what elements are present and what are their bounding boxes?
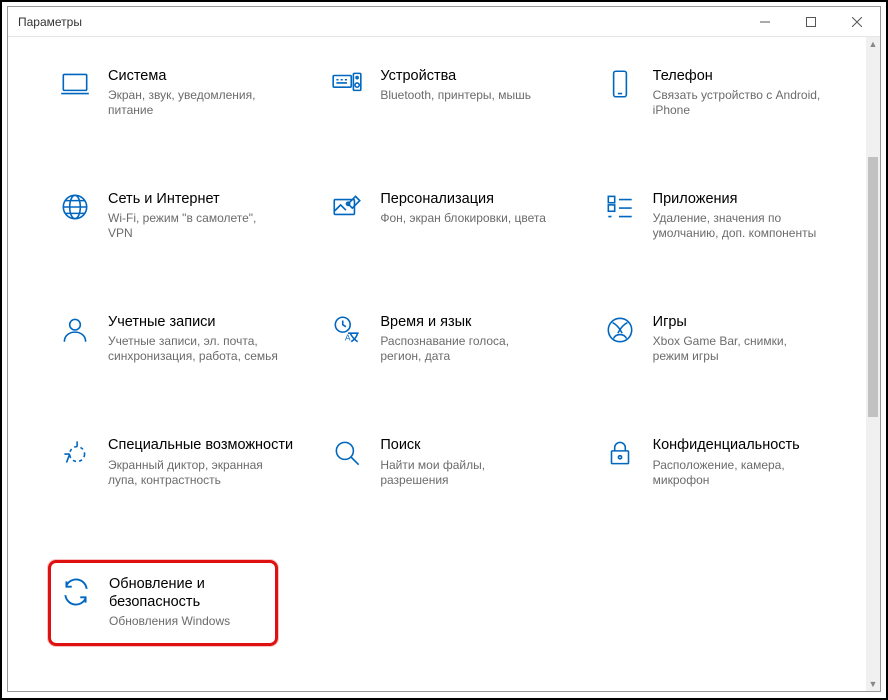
laptop-icon <box>58 67 92 101</box>
tile-desc: Экранный диктор, экранная лупа, контраст… <box>108 458 278 488</box>
sync-icon <box>59 575 93 609</box>
accessibility-icon <box>58 436 92 470</box>
tile-title: Система <box>108 67 278 85</box>
tile-update-security[interactable]: Обновление и безопасность Обновления Win… <box>48 560 278 646</box>
tile-desc: Bluetooth, принтеры, мышь <box>380 88 531 103</box>
tile-accounts[interactable]: Учетные записи Учетные записи, эл. почта… <box>58 313 310 364</box>
tile-desc: Экран, звук, уведомления, питание <box>108 88 278 118</box>
close-button[interactable] <box>834 7 880 37</box>
xbox-icon <box>603 313 637 347</box>
keyboard-speaker-icon <box>330 67 364 101</box>
tile-phone[interactable]: Телефон Связать устройство с Android, iP… <box>603 67 855 118</box>
tile-title: Обновление и безопасность <box>109 575 257 611</box>
tile-title: Персонализация <box>380 190 546 208</box>
window-title: Параметры <box>8 15 82 29</box>
tile-title: Приложения <box>653 190 823 208</box>
time-language-icon: A <box>330 313 364 347</box>
tile-title: Сеть и Интернет <box>108 190 278 208</box>
phone-icon <box>603 67 637 101</box>
maximize-button[interactable] <box>788 7 834 37</box>
tile-desc: Расположение, камера, микрофон <box>653 458 823 488</box>
tile-search[interactable]: Поиск Найти мои файлы, разрешения <box>330 436 582 487</box>
settings-window: Параметры ▲ ▼ <box>7 6 881 692</box>
tile-system[interactable]: Система Экран, звук, уведомления, питани… <box>58 67 310 118</box>
svg-text:A: A <box>345 333 351 343</box>
tile-desc: Учетные записи, эл. почта, синхронизация… <box>108 334 278 364</box>
scrollbar-thumb[interactable] <box>868 157 878 417</box>
tile-gaming[interactable]: Игры Xbox Game Bar, снимки, режим игры <box>603 313 855 364</box>
search-icon <box>330 436 364 470</box>
tile-apps[interactable]: Приложения Удаление, значения по умолчан… <box>603 190 855 241</box>
tile-title: Поиск <box>380 436 550 454</box>
apps-list-icon <box>603 190 637 224</box>
tile-desc: Найти мои файлы, разрешения <box>380 458 550 488</box>
globe-icon <box>58 190 92 224</box>
tile-title: Специальные возможности <box>108 436 293 454</box>
tile-desc: Xbox Game Bar, снимки, режим игры <box>653 334 823 364</box>
vertical-scrollbar[interactable]: ▲ ▼ <box>866 37 880 691</box>
tile-accessibility[interactable]: Специальные возможности Экранный диктор,… <box>58 436 310 487</box>
person-icon <box>58 313 92 347</box>
tile-network[interactable]: Сеть и Интернет Wi-Fi, режим "в самолете… <box>58 190 310 241</box>
tile-title: Конфиденциальность <box>653 436 823 454</box>
tile-desc: Фон, экран блокировки, цвета <box>380 211 546 226</box>
tile-privacy[interactable]: Конфиденциальность Расположение, камера,… <box>603 436 855 487</box>
tile-desc: Обновления Windows <box>109 614 257 629</box>
tile-devices[interactable]: Устройства Bluetooth, принтеры, мышь <box>330 67 582 118</box>
tile-title: Телефон <box>653 67 823 85</box>
tile-desc: Распознавание голоса, регион, дата <box>380 334 550 364</box>
tile-desc: Связать устройство с Android, iPhone <box>653 88 823 118</box>
scroll-up-icon[interactable]: ▲ <box>866 37 880 51</box>
titlebar[interactable]: Параметры <box>8 7 880 37</box>
tile-title: Устройства <box>380 67 531 85</box>
tile-desc: Wi-Fi, режим "в самолете", VPN <box>108 211 278 241</box>
lock-icon <box>603 436 637 470</box>
paint-icon <box>330 190 364 224</box>
tile-personalization[interactable]: Персонализация Фон, экран блокировки, цв… <box>330 190 582 241</box>
tile-title: Учетные записи <box>108 313 278 331</box>
scroll-down-icon[interactable]: ▼ <box>866 677 880 691</box>
minimize-button[interactable] <box>742 7 788 37</box>
tile-title: Время и язык <box>380 313 550 331</box>
tile-time-language[interactable]: A Время и язык Распознавание голоса, рег… <box>330 313 582 364</box>
tile-desc: Удаление, значения по умолчанию, доп. ко… <box>653 211 823 241</box>
tile-title: Игры <box>653 313 823 331</box>
